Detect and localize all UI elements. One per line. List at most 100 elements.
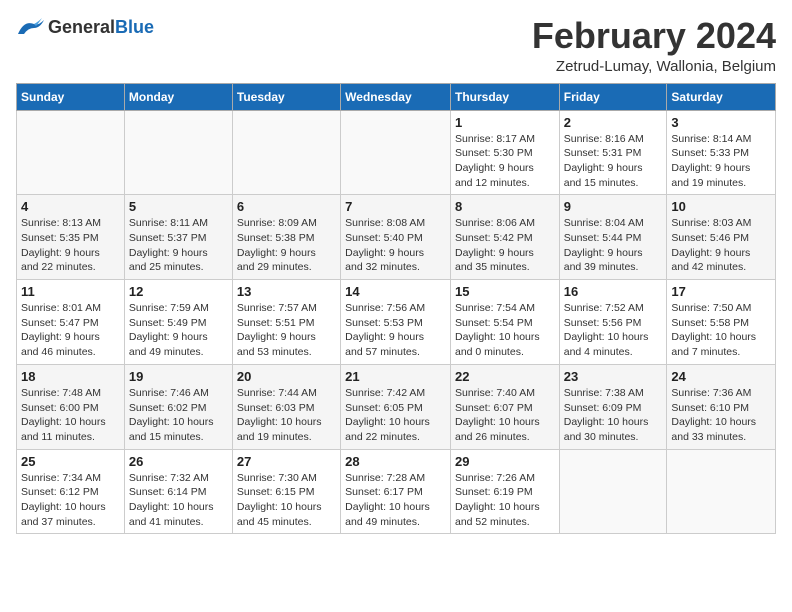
day-number: 15 <box>455 284 555 299</box>
day-info: Sunrise: 7:30 AM Sunset: 6:15 PM Dayligh… <box>237 471 336 530</box>
day-of-week-header: Sunday <box>17 83 125 110</box>
calendar-table: SundayMondayTuesdayWednesdayThursdayFrid… <box>16 83 776 535</box>
calendar-week-row: 1 Sunrise: 8:17 AM Sunset: 5:30 PM Daylig… <box>17 110 776 195</box>
calendar-cell: 14Sunrise: 7:56 AM Sunset: 5:53 PM Dayli… <box>341 280 451 365</box>
day-info: Sunrise: 7:54 AM Sunset: 5:54 PM Dayligh… <box>455 301 555 360</box>
day-number: 12 <box>129 284 228 299</box>
day-info: Sunrise: 7:42 AM Sunset: 6:05 PM Dayligh… <box>345 386 446 445</box>
logo-blue-text: Blue <box>115 17 154 37</box>
day-number: 21 <box>345 369 446 384</box>
day-info: Sunrise: 7:36 AM Sunset: 6:10 PM Dayligh… <box>671 386 771 445</box>
day-number: 28 <box>345 454 446 469</box>
day-number: 20 <box>237 369 336 384</box>
day-info: Sunrise: 7:40 AM Sunset: 6:07 PM Dayligh… <box>455 386 555 445</box>
day-number: 9 <box>564 199 663 214</box>
day-number: 7 <box>345 199 446 214</box>
calendar-cell <box>559 449 667 534</box>
logo: GeneralBlue <box>16 16 154 38</box>
calendar-cell: 13 Sunrise: 7:57 AM Sunset: 5:51 PM Dayli… <box>232 280 340 365</box>
day-number: 10 <box>671 199 771 214</box>
day-info: Sunrise: 8:06 AM Sunset: 5:42 PM Dayligh… <box>455 216 555 275</box>
day-info: Sunrise: 7:52 AM Sunset: 5:56 PM Dayligh… <box>564 301 663 360</box>
day-number: 19 <box>129 369 228 384</box>
day-number: 6 <box>237 199 336 214</box>
calendar-header: SundayMondayTuesdayWednesdayThursdayFrid… <box>17 83 776 110</box>
calendar-cell: 16 Sunrise: 7:52 AM Sunset: 5:56 PM Dayli… <box>559 280 667 365</box>
calendar-cell <box>341 110 451 195</box>
calendar-cell: 29 Sunrise: 7:26 AM Sunset: 6:19 PM Dayli… <box>450 449 559 534</box>
calendar-cell: 12 Sunrise: 7:59 AM Sunset: 5:49 PM Dayli… <box>124 280 232 365</box>
calendar-cell: 4 Sunrise: 8:13 AM Sunset: 5:35 PM Daylig… <box>17 195 125 280</box>
day-of-week-header: Wednesday <box>341 83 451 110</box>
day-of-week-header: Tuesday <box>232 83 340 110</box>
calendar-cell: 11 Sunrise: 8:01 AM Sunset: 5:47 PM Dayli… <box>17 280 125 365</box>
calendar-cell: 15 Sunrise: 7:54 AM Sunset: 5:54 PM Dayli… <box>450 280 559 365</box>
calendar-cell: 27Sunrise: 7:30 AM Sunset: 6:15 PM Dayli… <box>232 449 340 534</box>
logo-bird-icon <box>16 16 46 38</box>
calendar-cell: 22 Sunrise: 7:40 AM Sunset: 6:07 PM Dayli… <box>450 364 559 449</box>
day-info: Sunrise: 8:04 AM Sunset: 5:44 PM Dayligh… <box>564 216 663 275</box>
header: GeneralBlue February 2024 Zetrud-Lumay, … <box>16 16 776 75</box>
day-number: 18 <box>21 369 120 384</box>
day-number: 1 <box>455 115 555 130</box>
calendar-cell: 9 Sunrise: 8:04 AM Sunset: 5:44 PM Daylig… <box>559 195 667 280</box>
calendar-cell <box>17 110 125 195</box>
calendar-cell: 5Sunrise: 8:11 AM Sunset: 5:37 PM Daylig… <box>124 195 232 280</box>
day-info: Sunrise: 7:59 AM Sunset: 5:49 PM Dayligh… <box>129 301 228 360</box>
day-number: 26 <box>129 454 228 469</box>
day-number: 2 <box>564 115 663 130</box>
day-info: Sunrise: 8:16 AM Sunset: 5:31 PM Dayligh… <box>564 132 663 191</box>
day-number: 29 <box>455 454 555 469</box>
logo-general-text: General <box>48 17 115 37</box>
day-number: 16 <box>564 284 663 299</box>
day-info: Sunrise: 7:28 AM Sunset: 6:17 PM Dayligh… <box>345 471 446 530</box>
day-info: Sunrise: 7:46 AM Sunset: 6:02 PM Dayligh… <box>129 386 228 445</box>
day-info: Sunrise: 7:48 AM Sunset: 6:00 PM Dayligh… <box>21 386 120 445</box>
calendar-cell <box>232 110 340 195</box>
day-info: Sunrise: 7:56 AM Sunset: 5:53 PM Dayligh… <box>345 301 446 360</box>
day-of-week-header: Thursday <box>450 83 559 110</box>
day-number: 3 <box>671 115 771 130</box>
day-info: Sunrise: 8:03 AM Sunset: 5:46 PM Dayligh… <box>671 216 771 275</box>
day-header-row: SundayMondayTuesdayWednesdayThursdayFrid… <box>17 83 776 110</box>
day-number: 22 <box>455 369 555 384</box>
day-number: 11 <box>21 284 120 299</box>
calendar-cell: 20 Sunrise: 7:44 AM Sunset: 6:03 PM Dayli… <box>232 364 340 449</box>
calendar-cell: 7Sunrise: 8:08 AM Sunset: 5:40 PM Daylig… <box>341 195 451 280</box>
calendar-week-row: 25 Sunrise: 7:34 AM Sunset: 6:12 PM Dayli… <box>17 449 776 534</box>
day-of-week-header: Saturday <box>667 83 776 110</box>
day-info: Sunrise: 7:34 AM Sunset: 6:12 PM Dayligh… <box>21 471 120 530</box>
calendar-cell: 18 Sunrise: 7:48 AM Sunset: 6:00 PM Dayli… <box>17 364 125 449</box>
day-number: 25 <box>21 454 120 469</box>
calendar-week-row: 4 Sunrise: 8:13 AM Sunset: 5:35 PM Daylig… <box>17 195 776 280</box>
calendar-cell: 3Sunrise: 8:14 AM Sunset: 5:33 PM Daylig… <box>667 110 776 195</box>
day-info: Sunrise: 7:50 AM Sunset: 5:58 PM Dayligh… <box>671 301 771 360</box>
calendar-cell: 19 Sunrise: 7:46 AM Sunset: 6:02 PM Dayli… <box>124 364 232 449</box>
calendar-cell: 28 Sunrise: 7:28 AM Sunset: 6:17 PM Dayli… <box>341 449 451 534</box>
calendar-cell: 21 Sunrise: 7:42 AM Sunset: 6:05 PM Dayli… <box>341 364 451 449</box>
calendar-cell: 24Sunrise: 7:36 AM Sunset: 6:10 PM Dayli… <box>667 364 776 449</box>
calendar-subtitle: Zetrud-Lumay, Wallonia, Belgium <box>532 58 776 75</box>
calendar-cell <box>667 449 776 534</box>
calendar-cell: 6Sunrise: 8:09 AM Sunset: 5:38 PM Daylig… <box>232 195 340 280</box>
calendar-cell: 25 Sunrise: 7:34 AM Sunset: 6:12 PM Dayli… <box>17 449 125 534</box>
day-number: 4 <box>21 199 120 214</box>
day-number: 8 <box>455 199 555 214</box>
calendar-cell: 2 Sunrise: 8:16 AM Sunset: 5:31 PM Daylig… <box>559 110 667 195</box>
calendar-cell: 8 Sunrise: 8:06 AM Sunset: 5:42 PM Daylig… <box>450 195 559 280</box>
calendar-cell: 23Sunrise: 7:38 AM Sunset: 6:09 PM Dayli… <box>559 364 667 449</box>
calendar-title: February 2024 <box>532 16 776 56</box>
day-info: Sunrise: 8:13 AM Sunset: 5:35 PM Dayligh… <box>21 216 120 275</box>
day-info: Sunrise: 7:38 AM Sunset: 6:09 PM Dayligh… <box>564 386 663 445</box>
day-info: Sunrise: 7:32 AM Sunset: 6:14 PM Dayligh… <box>129 471 228 530</box>
day-info: Sunrise: 7:44 AM Sunset: 6:03 PM Dayligh… <box>237 386 336 445</box>
day-info: Sunrise: 8:17 AM Sunset: 5:30 PM Dayligh… <box>455 132 555 191</box>
day-number: 13 <box>237 284 336 299</box>
calendar-cell: 1 Sunrise: 8:17 AM Sunset: 5:30 PM Daylig… <box>450 110 559 195</box>
day-info: Sunrise: 7:26 AM Sunset: 6:19 PM Dayligh… <box>455 471 555 530</box>
title-area: February 2024 Zetrud-Lumay, Wallonia, Be… <box>532 16 776 75</box>
day-number: 5 <box>129 199 228 214</box>
day-info: Sunrise: 7:57 AM Sunset: 5:51 PM Dayligh… <box>237 301 336 360</box>
day-of-week-header: Friday <box>559 83 667 110</box>
day-info: Sunrise: 8:01 AM Sunset: 5:47 PM Dayligh… <box>21 301 120 360</box>
